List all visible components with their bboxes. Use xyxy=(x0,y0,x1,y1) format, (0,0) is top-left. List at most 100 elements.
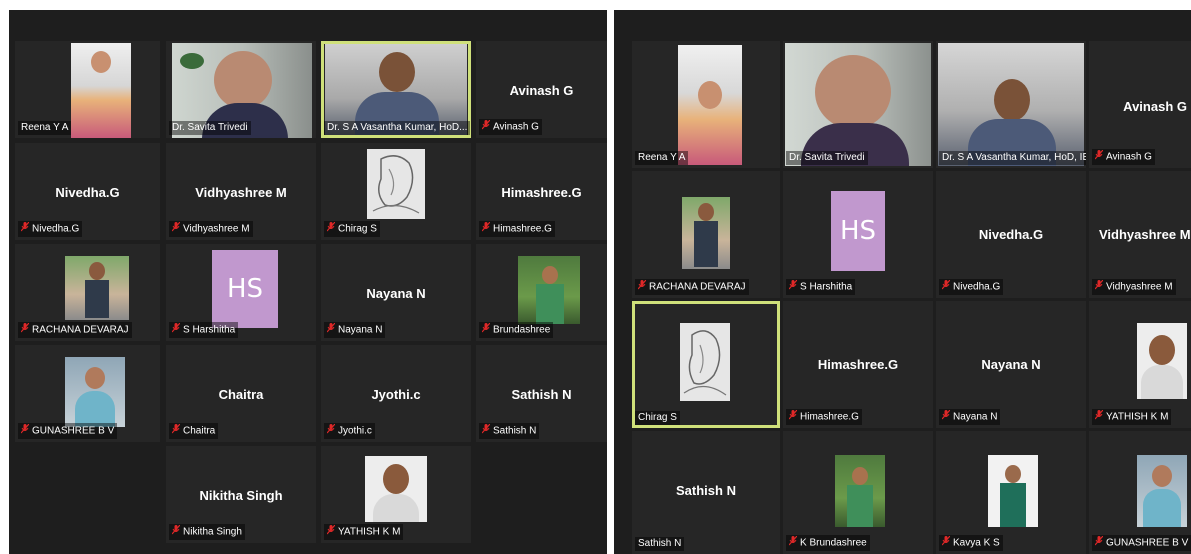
mic-muted-icon xyxy=(941,535,951,550)
video-tile-chirag[interactable]: Chirag S xyxy=(632,301,780,428)
mic-muted-icon xyxy=(326,322,336,337)
mic-muted-icon xyxy=(788,535,798,550)
video-tile-harshitha[interactable]: HS S Harshitha xyxy=(166,244,316,341)
participant-label: Jyothi.c xyxy=(324,423,375,439)
participant-label: Nayana N xyxy=(324,322,386,338)
video-tile-gunashree[interactable]: GUNASHREE B V xyxy=(1089,431,1191,554)
mic-muted-icon xyxy=(171,322,181,337)
video-tile-vasantha-kumar[interactable]: Dr. S A Vasantha Kumar, HoD... xyxy=(321,41,471,138)
participant-label: Nayana N xyxy=(939,409,1001,425)
video-tile-jyothi[interactable]: Jyothi.c Jyothi.c xyxy=(321,345,471,442)
video-tile-nayana[interactable]: Nayana N Nayana N xyxy=(936,301,1086,428)
participant-photo xyxy=(65,357,125,427)
mic-muted-icon xyxy=(1094,409,1104,424)
participant-photo xyxy=(682,197,730,269)
video-tile-nikitha-singh[interactable]: Nikitha Singh Nikitha Singh xyxy=(166,446,316,543)
video-tile-savita-trivedi[interactable]: Dr. Savita Trivedi xyxy=(783,41,933,168)
participant-label: Dr. Savita Trivedi xyxy=(169,121,251,135)
video-tile-nayana[interactable]: Nayana N Nayana N xyxy=(321,244,471,341)
mic-muted-icon xyxy=(637,279,647,294)
mic-muted-icon xyxy=(326,423,336,438)
video-tile-avinash[interactable]: Avinash G Avinash G xyxy=(1089,41,1191,168)
participant-label: Dr. Savita Trivedi xyxy=(786,151,868,165)
gallery-view-left: Reena Y A Dr. Savita Trivedi Dr. S A Vas… xyxy=(9,10,607,554)
mic-muted-icon xyxy=(1094,149,1104,164)
avatar-initials: HS xyxy=(831,191,885,271)
participant-label: K Brundashree xyxy=(786,535,870,551)
participant-photo xyxy=(365,456,427,522)
video-tile-nivedha[interactable]: Nivedha.G Nivedha.G xyxy=(15,143,160,240)
participant-photo xyxy=(1137,323,1187,399)
video-tile-sathish[interactable]: Sathish N Sathish N xyxy=(476,345,607,442)
participant-photo xyxy=(65,256,129,320)
participant-label: Reena Y A xyxy=(635,151,689,165)
participant-label: GUNASHREE B V xyxy=(18,423,118,439)
participant-photo xyxy=(988,455,1038,527)
participant-name: Nayana N xyxy=(981,357,1041,372)
mic-muted-icon xyxy=(481,119,491,134)
participant-label: Brundashree xyxy=(479,322,554,338)
video-tile-savita-trivedi[interactable]: Dr. Savita Trivedi xyxy=(166,41,316,138)
video-tile-himashree[interactable]: Himashree.G Himashree.G xyxy=(476,143,607,240)
mic-muted-icon xyxy=(20,322,30,337)
participant-name: Nikitha Singh xyxy=(199,488,283,503)
participant-label: RACHANA DEVARAJ xyxy=(635,279,749,295)
participant-label: Dr. S A Vasantha Kumar, HoD, IEM, CS... xyxy=(939,151,1086,165)
avatar-initials: HS xyxy=(212,250,278,328)
participant-photo xyxy=(1137,455,1187,527)
video-tile-reena[interactable]: Reena Y A xyxy=(632,41,780,168)
participant-name: Avinash G xyxy=(509,83,574,98)
video-tile-himashree[interactable]: Himashree.G Himashree.G xyxy=(783,301,933,428)
video-tile-chaitra[interactable]: Chaitra Chaitra xyxy=(166,345,316,442)
mic-muted-icon xyxy=(20,221,30,236)
participant-label: Sathish N xyxy=(479,423,540,439)
participant-name: Sathish N xyxy=(676,483,736,498)
participant-name: Himashree.G xyxy=(817,357,899,372)
mic-muted-icon xyxy=(1094,279,1104,294)
mic-muted-icon xyxy=(20,423,30,438)
video-tile-yathish[interactable]: YATHISH K M xyxy=(1089,301,1191,428)
participant-label: Nivedha.G xyxy=(18,221,83,237)
mic-muted-icon xyxy=(326,221,336,236)
participant-label: Dr. S A Vasantha Kumar, HoD... xyxy=(324,121,471,135)
video-tile-harshitha[interactable]: HS S Harshitha xyxy=(783,171,933,298)
participant-name: Chaitra xyxy=(218,387,264,402)
participant-name: Vidhyashree M xyxy=(1099,227,1191,242)
video-tile-vidhyashree[interactable]: Vidhyashree M Vidhyashree M xyxy=(166,143,316,240)
video-tile-rachana[interactable]: RACHANA DEVARAJ xyxy=(632,171,780,298)
mic-muted-icon xyxy=(171,423,181,438)
participant-name: Jyothi.c xyxy=(371,387,421,402)
mic-muted-icon xyxy=(481,423,491,438)
participant-label: Vidhyashree M xyxy=(1092,279,1176,295)
video-tile-gunashree[interactable]: GUNASHREE B V xyxy=(15,345,160,442)
video-tile-yathish[interactable]: YATHISH K M xyxy=(321,446,471,543)
video-tile-k-brundashree[interactable]: K Brundashree xyxy=(783,431,933,554)
mic-muted-icon xyxy=(326,524,336,539)
mic-muted-icon xyxy=(481,322,491,337)
participant-label: Himashree.G xyxy=(479,221,555,237)
participant-label: Vidhyashree M xyxy=(169,221,253,237)
participant-label: Sathish N xyxy=(635,537,685,551)
video-tile-rachana[interactable]: RACHANA DEVARAJ xyxy=(15,244,160,341)
video-tile-avinash[interactable]: Avinash G Avinash G xyxy=(476,41,607,138)
participant-photo xyxy=(678,45,742,165)
participant-name: Avinash G xyxy=(1123,99,1187,114)
video-tile-vasantha-kumar[interactable]: Dr. S A Vasantha Kumar, HoD, IEM, CS... xyxy=(936,41,1086,168)
participant-name: Nayana N xyxy=(366,286,426,301)
video-tile-brundashree[interactable]: Brundashree xyxy=(476,244,607,341)
video-tile-sathish[interactable]: Sathish N Sathish N xyxy=(632,431,780,554)
participant-name: Vidhyashree M xyxy=(195,185,287,200)
participant-name: Sathish N xyxy=(511,387,572,402)
video-tile-nivedha[interactable]: Nivedha.G Nivedha.G xyxy=(936,171,1086,298)
participant-label: RACHANA DEVARAJ xyxy=(18,322,132,338)
video-tile-reena[interactable]: Reena Y A xyxy=(15,41,160,138)
video-tile-vidhyashree[interactable]: Vidhyashree M Vidhyashree M xyxy=(1089,171,1191,298)
mic-muted-icon xyxy=(941,409,951,424)
video-tile-kavya[interactable]: Kavya K S xyxy=(936,431,1086,554)
participant-label: Nivedha.G xyxy=(939,279,1004,295)
mic-muted-icon xyxy=(481,221,491,236)
participant-photo xyxy=(518,256,580,324)
video-tile-chirag[interactable]: Chirag S xyxy=(321,143,471,240)
participant-photo xyxy=(71,43,131,138)
participant-label: S Harshitha xyxy=(786,279,856,295)
